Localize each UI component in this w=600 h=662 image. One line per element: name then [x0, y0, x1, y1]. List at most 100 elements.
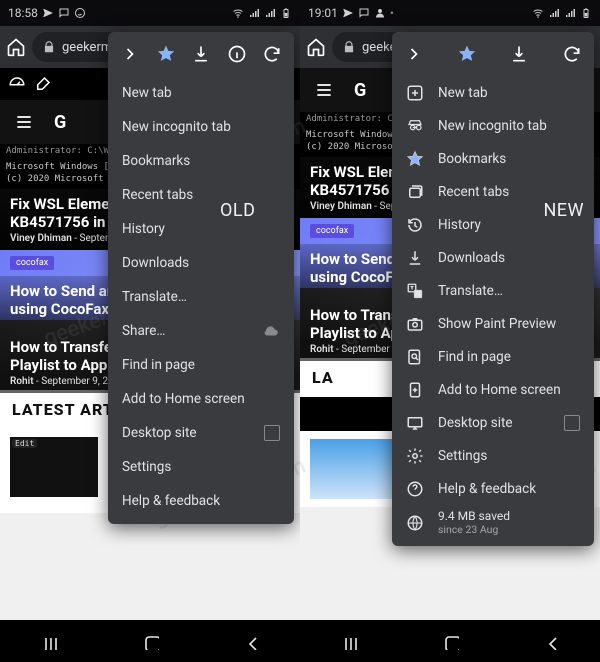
menu-item-label: Downloads	[122, 255, 280, 271]
download-icon[interactable]	[191, 44, 211, 64]
tabs-icon	[406, 183, 424, 201]
download-icon[interactable]	[509, 44, 529, 64]
menu-item-label: Recent tabs	[438, 184, 580, 200]
menu-item-label: Desktop site	[122, 425, 250, 441]
desktop-icon	[406, 414, 424, 432]
menu-item[interactable]: Help & feedback	[392, 472, 594, 505]
home-icon[interactable]	[6, 37, 26, 57]
gear-icon	[406, 447, 424, 465]
menu-item-label: Translate…	[122, 289, 280, 305]
thumbnail: Edit	[10, 437, 98, 497]
phone-left: 18:58 geekermag G Administrator: C:\Wind…	[0, 0, 300, 662]
menu-item[interactable]: New tab	[392, 76, 594, 109]
menu-top-row	[392, 32, 594, 76]
signal-icon	[564, 7, 576, 19]
menu-item[interactable]: Help & feedback	[108, 484, 294, 518]
menu-item-label: Bookmarks	[122, 153, 280, 169]
menu-item[interactable]: Recent tabs	[108, 178, 294, 212]
lock-icon	[342, 40, 356, 54]
hamburger-icon[interactable]	[314, 80, 334, 100]
nav-bar	[0, 620, 300, 662]
lock-icon	[42, 40, 56, 54]
site-logo: G	[54, 112, 66, 133]
menu-item[interactable]: Downloads	[392, 241, 594, 274]
home-nav-icon[interactable]	[441, 632, 459, 650]
menu-item[interactable]: Find in page	[108, 348, 294, 382]
signal-icon	[264, 7, 276, 19]
data-saver-icon	[406, 514, 424, 532]
home-nav-icon[interactable]	[141, 632, 159, 650]
menu-item[interactable]: Bookmarks	[392, 142, 594, 175]
menu-item[interactable]: New incognito tab	[108, 110, 294, 144]
menu-item-label: Desktop site	[438, 415, 550, 431]
menu-item[interactable]: New tab	[108, 76, 294, 110]
menu-item[interactable]: Share…	[108, 314, 294, 348]
brush-icon[interactable]	[34, 75, 52, 93]
nav-bar	[300, 620, 600, 662]
home-icon[interactable]	[306, 37, 326, 57]
menu-item[interactable]: New incognito tab	[392, 109, 594, 142]
back-nav-icon[interactable]	[541, 632, 559, 650]
menu-item[interactable]: Desktop site	[108, 416, 294, 450]
menu-item-label: New tab	[438, 85, 580, 101]
info-icon[interactable]	[227, 44, 247, 64]
site-logo: G	[354, 80, 366, 101]
menu-item[interactable]: Settings	[108, 450, 294, 484]
wifi-icon	[532, 7, 544, 19]
menu-item[interactable]: History	[392, 208, 594, 241]
menu-item-label: Add to Home screen	[438, 382, 580, 398]
menu-item[interactable]: Show Paint Preview	[392, 307, 594, 340]
menu-item[interactable]: Find in page	[392, 340, 594, 373]
user-icon	[374, 7, 386, 19]
menu-item-label: Settings	[122, 459, 280, 475]
status-bar: 18:58	[0, 0, 300, 26]
forward-icon[interactable]	[404, 44, 424, 64]
saved-amount: 9.4 MB saved	[438, 509, 510, 523]
star-icon[interactable]	[156, 44, 176, 64]
menu-item-label: New tab	[122, 85, 280, 101]
menu-item[interactable]: Add to Home screen	[392, 373, 594, 406]
menu-item-label: Help & feedback	[438, 481, 580, 497]
reload-icon[interactable]	[262, 44, 282, 64]
menu-item[interactable]: History	[108, 212, 294, 246]
menu-item-label: Find in page	[122, 357, 280, 373]
find-icon	[406, 348, 424, 366]
status-time: 18:58	[8, 6, 38, 20]
status-bar: 19:01 •	[300, 0, 600, 26]
menu-item-label: Find in page	[438, 349, 580, 365]
menu-item[interactable]: Settings	[392, 439, 594, 472]
menu-top-row	[108, 32, 294, 76]
add-home-icon	[406, 381, 424, 399]
checkbox[interactable]	[264, 425, 280, 441]
menu-item-label: Settings	[438, 448, 580, 464]
recents-icon[interactable]	[41, 632, 59, 650]
phone-right: 19:01 • geekerm G Administrator: C:\Wind…	[300, 0, 600, 662]
wifi-icon	[232, 7, 244, 19]
star-icon[interactable]	[457, 44, 477, 64]
battery-icon	[580, 7, 592, 19]
back-nav-icon[interactable]	[241, 632, 259, 650]
message-icon	[58, 7, 70, 19]
thumbnail	[310, 439, 398, 499]
incognito-icon	[406, 117, 424, 135]
reload-icon[interactable]	[562, 44, 582, 64]
menu-item[interactable]: Add to Home screen	[108, 382, 294, 416]
signal-icon	[548, 7, 560, 19]
menu-item[interactable]: Translate…	[108, 280, 294, 314]
menu-item-label: Help & feedback	[122, 493, 280, 509]
checkbox[interactable]	[564, 415, 580, 431]
message-icon	[358, 7, 370, 19]
overflow-menu-new: New tab New incognito tabBookmarks Recent …	[392, 32, 594, 546]
plus-icon	[406, 84, 424, 102]
menu-item[interactable]: Translate…	[392, 274, 594, 307]
forward-icon[interactable]	[120, 44, 140, 64]
menu-item[interactable]: Recent tabs	[392, 175, 594, 208]
menu-item[interactable]: Bookmarks	[108, 144, 294, 178]
data-saved-row[interactable]: 9.4 MB savedsince 23 Aug	[406, 509, 580, 536]
hamburger-icon[interactable]	[14, 112, 34, 132]
menu-item[interactable]: Desktop site	[392, 406, 594, 439]
menu-item-label: Recent tabs	[122, 187, 280, 203]
recents-icon[interactable]	[341, 632, 359, 650]
gauge-icon[interactable]	[8, 75, 26, 93]
menu-item[interactable]: Downloads	[108, 246, 294, 280]
